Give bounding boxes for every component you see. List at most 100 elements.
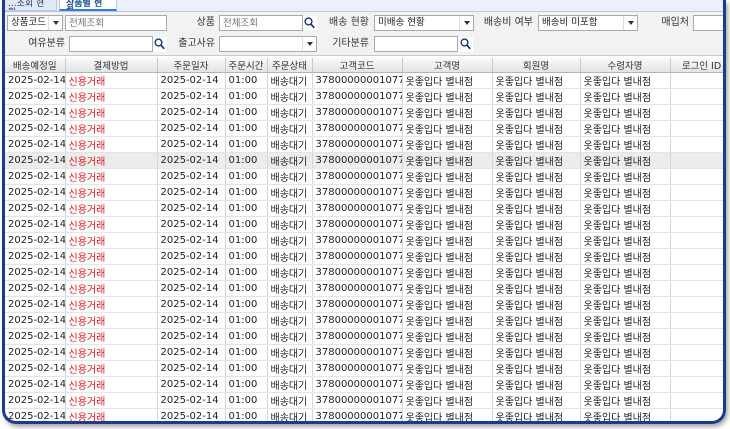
table-row[interactable]: 2025-02-14 신용거래 2025-02-14 01:00 배송대기 3780000… (5, 232, 723, 249)
reason-category-search-button[interactable] (153, 37, 167, 52)
tab-product-status[interactable]: 상품별 현황 (59, 0, 117, 11)
table-cell: 배송대기 (267, 280, 313, 297)
table-cell: 옷좋입다 별내점 (580, 72, 671, 89)
column-header[interactable]: 결제방법 (65, 58, 158, 73)
table-row[interactable]: 2025-02-14 신용거래 2025-02-14 01:00 배송대기 3780000… (5, 376, 723, 393)
table-cell: 2025-02-14 (5, 360, 66, 377)
search-icon (460, 38, 471, 50)
table-row[interactable]: 2025-02-14 신용거래 2025-02-14 01:00 배송대기 3780000… (5, 248, 723, 265)
other-category-label: 기타분류 (332, 38, 369, 49)
table-cell: 2025-02-14 (157, 168, 226, 185)
table-cell: 옷좋입다 별내점 (402, 360, 493, 377)
column-header[interactable]: 주문상태 (267, 58, 313, 73)
delivery-status-select[interactable]: 미배송 현황 (374, 15, 474, 31)
table-row[interactable]: 2025-02-14 신용거래 2025-02-14 01:00 배송대기 3780000… (5, 264, 723, 281)
table-row[interactable]: 2025-02-14 신용거래 2025-02-14 01:00 배송대기 3780000… (5, 168, 723, 185)
table-cell: 옷좋입다 별내점 (580, 136, 671, 153)
table-cell: 2025-02-14 (157, 408, 226, 421)
table-cell (670, 200, 723, 217)
column-header[interactable]: 고객코드 (312, 58, 403, 73)
table-row[interactable]: 2025-02-14 신용거래 2025-02-14 01:00 배송대기 3780000… (5, 392, 723, 409)
column-header[interactable]: 회원명 (492, 58, 581, 73)
product-code-search-input[interactable] (65, 15, 167, 31)
table-cell: 옷좋입다 별내점 (580, 264, 671, 281)
data-grid: 배송예정일 결제방법 주문일자 주문시간 주문상태 고객코드 고객명 회원명 수령자명 로그인 I… (5, 58, 723, 421)
table-cell: 01:00 (225, 216, 268, 233)
column-header[interactable]: 주문일자 (157, 58, 226, 73)
column-header[interactable]: 주문시간 (225, 58, 268, 73)
table-cell: 2025-02-14 (157, 296, 226, 313)
release-reason-select[interactable] (219, 36, 317, 52)
table-row[interactable]: 2025-02-14 신용거래 2025-02-14 01:00 배송대기 3780000… (5, 280, 723, 297)
table-cell: 2025-02-14 (5, 168, 66, 185)
table-cell: 배송대기 (267, 264, 313, 281)
chevron-down-icon[interactable] (48, 16, 62, 30)
table-cell: 신용거래 (65, 408, 158, 421)
table-row[interactable]: 2025-02-14 신용거래 2025-02-14 01:00 배송대기 3780000… (5, 360, 723, 377)
table-cell: 배송대기 (267, 152, 313, 169)
table-row[interactable]: 2025-02-14 신용거래 2025-02-14 01:00 배송대기 3780000… (5, 328, 723, 345)
table-row[interactable]: 2025-02-14 신용거래 2025-02-14 01:00 배송대기 3780000… (5, 344, 723, 361)
column-header[interactable]: 수령자명 (580, 58, 671, 73)
table-row[interactable]: 2025-02-14 신용거래 2025-02-14 01:00 배송대기 3780000… (5, 296, 723, 313)
table-cell: 옷좋입다 별내점 (402, 88, 493, 105)
table-row[interactable]: 2025-02-14 신용거래 2025-02-14 01:00 배송대기 3780000… (5, 200, 723, 217)
reason-category-input[interactable] (69, 36, 153, 52)
table-cell: 옷좋입다 별내점 (580, 120, 671, 137)
other-category-input[interactable] (374, 36, 458, 52)
shipping-fee-select[interactable]: 배송비 미포함 (538, 15, 638, 31)
table-cell: 신용거래 (65, 360, 158, 377)
table-cell: 37800000001077 (312, 232, 403, 249)
table-row[interactable]: 2025-02-14 신용거래 2025-02-14 01:00 배송대기 3780000… (5, 88, 723, 105)
tab-status[interactable]: ...조회 현황 (5, 0, 57, 11)
column-header[interactable]: 로그인 ID (670, 58, 723, 73)
product-label: 상품 (196, 17, 215, 28)
table-cell (670, 152, 723, 169)
table-row[interactable]: 2025-02-14 신용거래 2025-02-14 01:00 배송대기 3780000… (5, 408, 723, 421)
table-row[interactable]: 2025-02-14 신용거래 2025-02-14 01:00 배송대기 3780000… (5, 216, 723, 233)
table-cell: 37800000001077 (312, 312, 403, 329)
table-cell: 옷좋입다 별내점 (580, 296, 671, 313)
table-row[interactable]: 2025-02-14 신용거래 2025-02-14 01:00 배송대기 3780000… (5, 136, 723, 153)
table-cell: 37800000001077 (312, 120, 403, 137)
table-row[interactable]: 2025-02-14 신용거래 2025-02-14 01:00 배송대기 3780000… (5, 184, 723, 201)
column-header[interactable]: 배송예정일 (5, 58, 66, 73)
table-cell: 01:00 (225, 344, 268, 361)
table-row[interactable]: 2025-02-14 신용거래 2025-02-14 01:00 배송대기 3780000… (5, 104, 723, 121)
table-cell: 옷좋입다 별내점 (402, 312, 493, 329)
table-cell: 옷좋입다 별내점 (402, 280, 493, 297)
table-row[interactable]: 2025-02-14 신용거래 2025-02-14 01:00 배송대기 3780000… (5, 120, 723, 137)
table-cell: 신용거래 (65, 376, 158, 393)
table-cell: 옷좋입다 별내점 (580, 88, 671, 105)
table-cell: 37800000001077 (312, 264, 403, 281)
table-cell: 2025-02-14 (157, 280, 226, 297)
table-cell (670, 360, 723, 377)
table-cell: 배송대기 (267, 344, 313, 361)
column-header[interactable]: 고객명 (402, 58, 493, 73)
delivery-status-label: 배송 현황 (329, 17, 369, 28)
table-row[interactable]: 2025-02-14 신용거래 2025-02-14 01:00 배송대기 3780000… (5, 72, 723, 89)
table-cell: 옷좋입다 별내점 (580, 104, 671, 121)
table-cell: 01:00 (225, 184, 268, 201)
chevron-down-icon[interactable] (459, 16, 473, 30)
product-input[interactable] (219, 15, 303, 31)
table-cell: 01:00 (225, 88, 268, 105)
table-cell: 신용거래 (65, 280, 158, 297)
table-cell: 2025-02-14 (5, 392, 66, 409)
table-cell: 2025-02-14 (5, 296, 66, 313)
product-code-combo[interactable]: 상품코드 (7, 15, 63, 31)
table-cell: 2025-02-14 (5, 280, 66, 297)
chevron-down-icon[interactable] (623, 16, 637, 30)
table-cell: 옷좋입다 별내점 (402, 136, 493, 153)
table-body: 2025-02-14 신용거래 2025-02-14 01:00 배송대기 3780000… (5, 72, 723, 421)
table-cell: 옷좋입다 별내점 (580, 328, 671, 345)
product-search-button[interactable] (303, 16, 317, 31)
purchase-input[interactable] (693, 15, 723, 31)
table-row[interactable]: 2025-02-14 신용거래 2025-02-14 01:00 배송대기 3780000… (5, 152, 723, 169)
table-cell: 2025-02-14 (5, 344, 66, 361)
other-category-search-button[interactable] (459, 37, 473, 52)
chevron-down-icon[interactable] (302, 37, 316, 51)
table-row[interactable]: 2025-02-14 신용거래 2025-02-14 01:00 배송대기 3780000… (5, 312, 723, 329)
table-cell: 신용거래 (65, 232, 158, 249)
table-cell: 옷좋입다 별내점 (580, 216, 671, 233)
